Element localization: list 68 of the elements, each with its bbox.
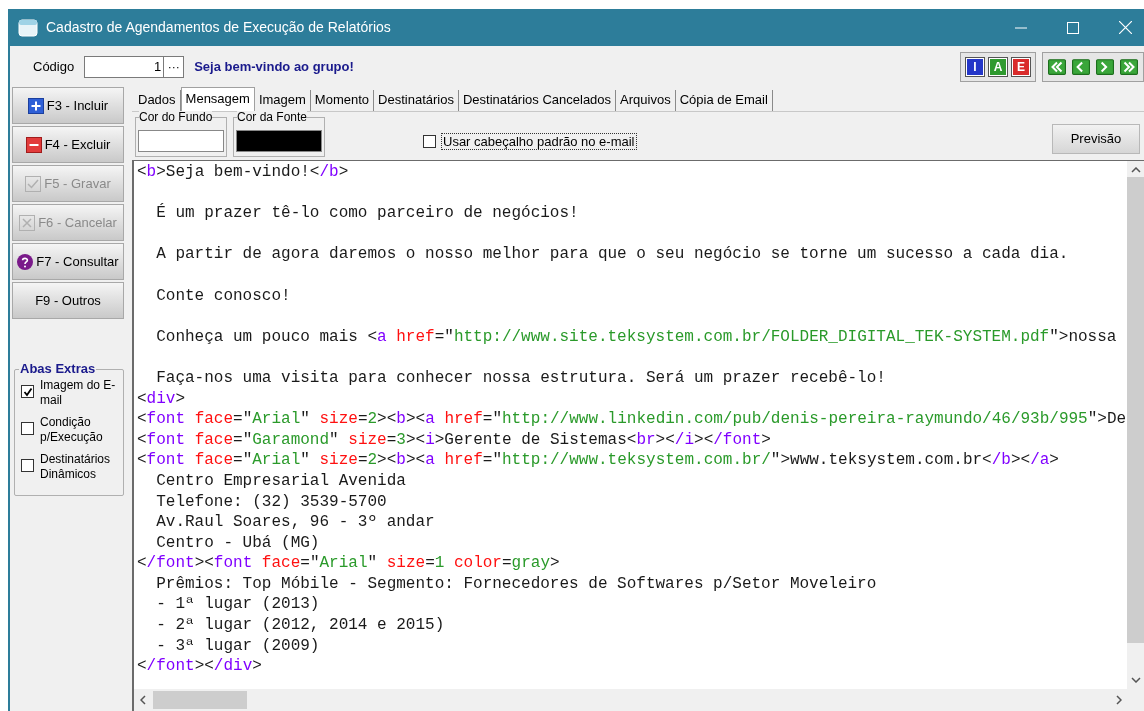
previous-icon[interactable] bbox=[1072, 58, 1090, 75]
action-button[interactable]: F3 - Incluir bbox=[12, 87, 124, 124]
code-line: </font></div> bbox=[137, 656, 263, 677]
add-icon bbox=[27, 97, 44, 114]
scroll-up-icon[interactable] bbox=[1130, 167, 1141, 173]
color-label: Cor do Fundo bbox=[139, 111, 213, 124]
action-button[interactable]: F4 - Excluir bbox=[12, 126, 124, 163]
code-label: Código bbox=[33, 57, 75, 76]
code-line: Prêmios: Top Móbile - Segmento: Fornecedores de Softwares p/Setor Moveleiro bbox=[155, 573, 878, 595]
scroll-down-icon[interactable] bbox=[1130, 677, 1141, 683]
tab[interactable]: Arquivos bbox=[616, 90, 676, 111]
code-line: A partir de agora daremos o nosso melhor para que o seu negócio se torne um sucesso a cada dia. bbox=[155, 244, 1070, 265]
code-line: - 2ª lugar (2012, 2014 e 2015) bbox=[155, 615, 446, 636]
checkbox[interactable] bbox=[21, 459, 34, 472]
tab[interactable]: Destinatários Cancelados bbox=[458, 90, 617, 111]
scroll-right-icon[interactable] bbox=[1116, 695, 1122, 705]
last-page-icon[interactable] bbox=[1120, 58, 1138, 75]
checkbox[interactable] bbox=[423, 135, 436, 148]
preview-button[interactable]: Previsão bbox=[1052, 124, 1140, 154]
code-field[interactable]: 1 bbox=[84, 55, 164, 78]
maximize-button[interactable] bbox=[1067, 21, 1079, 34]
code-line: Conte conosco! bbox=[155, 285, 292, 307]
checkbox-label: Condição p/Execução bbox=[40, 415, 104, 445]
code-line: - 1ª lugar (2013) bbox=[155, 594, 321, 616]
code-line: Centro - Ubá (MG) bbox=[155, 532, 321, 554]
code-line: Centro Empresarial Avenida bbox=[155, 470, 407, 492]
checkbox-label: Destinatários Dinâmicos bbox=[40, 452, 112, 482]
cross-box-icon bbox=[19, 214, 36, 231]
color-swatch[interactable] bbox=[138, 130, 224, 152]
window-title: Cadastro de Agendamentos de Execução de Relatórios bbox=[46, 18, 391, 37]
code-line: Telefone: (32) 3539-5700 bbox=[155, 491, 388, 513]
code-line: Conheça um pouco mais <a href="http://www.site.teksystem.com.br/FOLDER_DIGITAL_TEK-SYSTEM.pdf">nossa bbox=[155, 326, 1118, 348]
action-button[interactable]: F7 - Consultar bbox=[12, 243, 124, 280]
code-line: - 3ª lugar (2009) bbox=[155, 635, 321, 657]
app-icon bbox=[18, 18, 38, 37]
scroll-thumb[interactable] bbox=[153, 691, 247, 709]
color-swatch[interactable] bbox=[236, 130, 322, 152]
checkbox[interactable] bbox=[21, 385, 34, 398]
tab[interactable]: Mensagem bbox=[180, 87, 255, 111]
code-line: <b>Seja bem-vindo!</b> bbox=[137, 162, 350, 183]
horizontal-scrollbar[interactable] bbox=[134, 689, 1144, 711]
tab[interactable]: Momento bbox=[310, 90, 375, 111]
scroll-left-icon[interactable] bbox=[140, 695, 146, 705]
code-line: Av.Raul Soares, 96 - 3º andar bbox=[155, 512, 436, 533]
record-button[interactable]: E bbox=[1012, 57, 1030, 76]
close-button[interactable] bbox=[1119, 21, 1132, 34]
checkbox-label: Imagem do E-mail bbox=[40, 378, 117, 408]
code-line: Faça-nos uma visita para conhecer nossa estrutura. Será um prazer recebê-lo! bbox=[155, 367, 887, 389]
color-label: Cor da Fonte bbox=[237, 111, 308, 124]
checkbox[interactable] bbox=[21, 422, 34, 435]
code-line: É um prazer tê-lo como parceiro de negócios! bbox=[155, 202, 580, 224]
help-icon bbox=[17, 253, 34, 270]
record-button[interactable]: I bbox=[966, 57, 984, 76]
checkbox-tick-icon bbox=[25, 175, 42, 192]
welcome-message: Seja bem-vindo ao grupo! bbox=[194, 57, 354, 76]
code-line: <div> bbox=[137, 388, 187, 410]
code-line: <font face="Garamond" size=3><i>Gerente de Sistemas<br></i></font> bbox=[137, 429, 772, 451]
lookup-button[interactable]: ··· bbox=[163, 55, 185, 78]
remove-icon bbox=[25, 136, 42, 153]
record-button[interactable]: A bbox=[989, 57, 1007, 76]
tab[interactable]: Destinatários bbox=[374, 90, 459, 111]
first-page-icon[interactable] bbox=[1048, 58, 1066, 75]
code-line: <font face="Arial" size=2><b><a href="http://www.teksystem.com.br/">www.teksystem.com.br</b></a> bbox=[137, 450, 1060, 471]
code-line: <font face="Arial" size=2><b><a href="http://www.linkedin.com/pub/denis-pereira-raymundo/46/93b/995">De bbox=[137, 409, 1127, 430]
action-button[interactable]: F9 - Outros bbox=[12, 282, 124, 319]
code-line: </font><font face="Arial" size=1 color=gray> bbox=[137, 553, 561, 574]
next-icon[interactable] bbox=[1096, 58, 1114, 75]
tab[interactable]: Cópia de Email bbox=[675, 90, 773, 111]
